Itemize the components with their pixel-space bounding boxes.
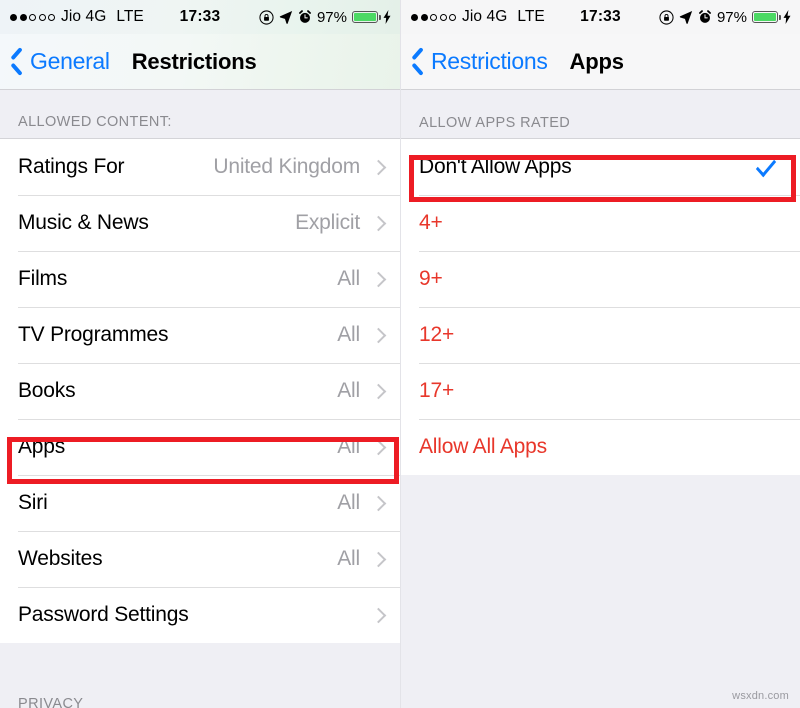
battery-icon [752, 11, 781, 23]
row-label: Films [18, 267, 68, 290]
row-music-and-news[interactable]: Music & News Explicit [0, 195, 400, 251]
option-allow-all-apps[interactable]: Allow All Apps [401, 419, 800, 475]
nav-bar-right: Restrictions Apps [401, 34, 800, 90]
rotation-lock-icon [659, 9, 674, 25]
chevron-left-icon [11, 50, 24, 73]
battery-percent-label: 97% [716, 8, 747, 26]
row-value: United Kingdom [213, 155, 360, 178]
section-header-allowed-content: ALLOWED CONTENT: [0, 90, 400, 138]
status-bar-carrier-group: Jio 4G LTE [10, 8, 144, 26]
chevron-right-icon [370, 551, 387, 567]
status-bar-left: Jio 4G LTE 17:33 97% [0, 0, 400, 34]
chevron-right-icon [370, 383, 387, 399]
row-label: Apps [18, 435, 66, 458]
row-websites[interactable]: Websites All [0, 531, 400, 587]
row-value: All [337, 547, 360, 570]
row-label: Books [18, 379, 76, 402]
list-footer-gap [401, 475, 800, 708]
status-bar-right: Jio 4G LTE 17:33 97% [401, 0, 800, 34]
row-label: TV Programmes [18, 323, 169, 346]
row-label: Ratings For [18, 155, 125, 178]
alarm-clock-icon [698, 10, 712, 24]
back-button-general[interactable]: General [0, 48, 110, 75]
chevron-right-icon [370, 215, 387, 231]
carrier-label: Jio 4G [61, 8, 107, 25]
carrier-label: Jio 4G [462, 8, 508, 25]
row-value: All [337, 267, 360, 290]
dual-screenshot-container: Jio 4G LTE 17:33 97% General Restriction… [0, 0, 800, 708]
row-value: All [337, 379, 360, 402]
chevron-right-icon [370, 159, 387, 175]
left-phone-screen: Jio 4G LTE 17:33 97% General Restriction… [0, 0, 400, 708]
app-rating-options-list: Don't Allow Apps 4+ 9+ 12+ 17+ Allow All… [401, 138, 800, 475]
signal-strength-dots [10, 13, 55, 21]
charging-bolt-icon [383, 10, 391, 24]
option-12-plus[interactable]: 12+ [401, 307, 800, 363]
option-label: 9+ [419, 267, 443, 290]
watermark-label: wsxdn.com [732, 690, 789, 702]
option-label: Allow All Apps [419, 435, 547, 458]
rotation-lock-icon [259, 9, 274, 25]
checkmark-icon [755, 153, 777, 177]
allowed-content-list: Ratings For United Kingdom Music & News … [0, 138, 400, 643]
row-ratings-for[interactable]: Ratings For United Kingdom [0, 139, 400, 195]
row-siri[interactable]: Siri All [0, 475, 400, 531]
chevron-right-icon [370, 271, 387, 287]
status-bar-carrier-group: Jio 4G LTE [411, 8, 545, 26]
row-films[interactable]: Films All [0, 251, 400, 307]
row-value: Explicit [295, 211, 360, 234]
battery-percent-label: 97% [316, 8, 347, 26]
row-apps[interactable]: Apps All [0, 419, 400, 475]
chevron-right-icon [370, 607, 387, 623]
row-password-settings[interactable]: Password Settings [0, 587, 400, 643]
row-label: Music & News [18, 211, 149, 234]
option-dont-allow-apps[interactable]: Don't Allow Apps [401, 139, 800, 195]
page-title-restrictions: Restrictions [131, 48, 257, 74]
back-button-restrictions[interactable]: Restrictions [401, 48, 548, 75]
section-header-privacy: PRIVACY [18, 696, 84, 708]
row-label: Password Settings [18, 603, 189, 626]
row-label: Siri [18, 491, 48, 514]
row-tv-programmes[interactable]: TV Programmes All [0, 307, 400, 363]
charging-bolt-icon [783, 10, 791, 24]
option-label: 17+ [419, 379, 455, 402]
row-label: Websites [18, 547, 103, 570]
network-type-label: LTE [116, 8, 144, 25]
option-17-plus[interactable]: 17+ [401, 363, 800, 419]
nav-bar-left: General Restrictions [0, 34, 400, 90]
alarm-clock-icon [298, 10, 312, 24]
status-bar-indicators: 97% [259, 9, 391, 26]
chevron-right-icon [370, 439, 387, 455]
signal-strength-dots [411, 13, 456, 21]
location-arrow-icon [679, 10, 693, 24]
option-label: 4+ [419, 211, 443, 234]
section-header-allow-apps-rated: ALLOW APPS RATED [401, 90, 800, 138]
chevron-right-icon [370, 495, 387, 511]
chevron-left-icon [412, 50, 425, 73]
status-bar-indicators: 97% [659, 9, 791, 26]
network-type-label: LTE [517, 8, 545, 25]
right-phone-screen: Jio 4G LTE 17:33 97% Restrictions Apps A… [400, 0, 800, 708]
back-button-label: Restrictions [431, 48, 548, 74]
option-label: 12+ [419, 323, 455, 346]
back-button-label: General [30, 48, 110, 74]
location-arrow-icon [279, 10, 293, 24]
row-value: All [337, 491, 360, 514]
chevron-right-icon [370, 327, 387, 343]
battery-icon [352, 11, 381, 23]
page-title-apps: Apps [569, 48, 624, 74]
row-value: All [337, 323, 360, 346]
row-value: All [337, 435, 360, 458]
option-label: Don't Allow Apps [419, 155, 572, 178]
option-9-plus[interactable]: 9+ [401, 251, 800, 307]
row-books[interactable]: Books All [0, 363, 400, 419]
option-4-plus[interactable]: 4+ [401, 195, 800, 251]
